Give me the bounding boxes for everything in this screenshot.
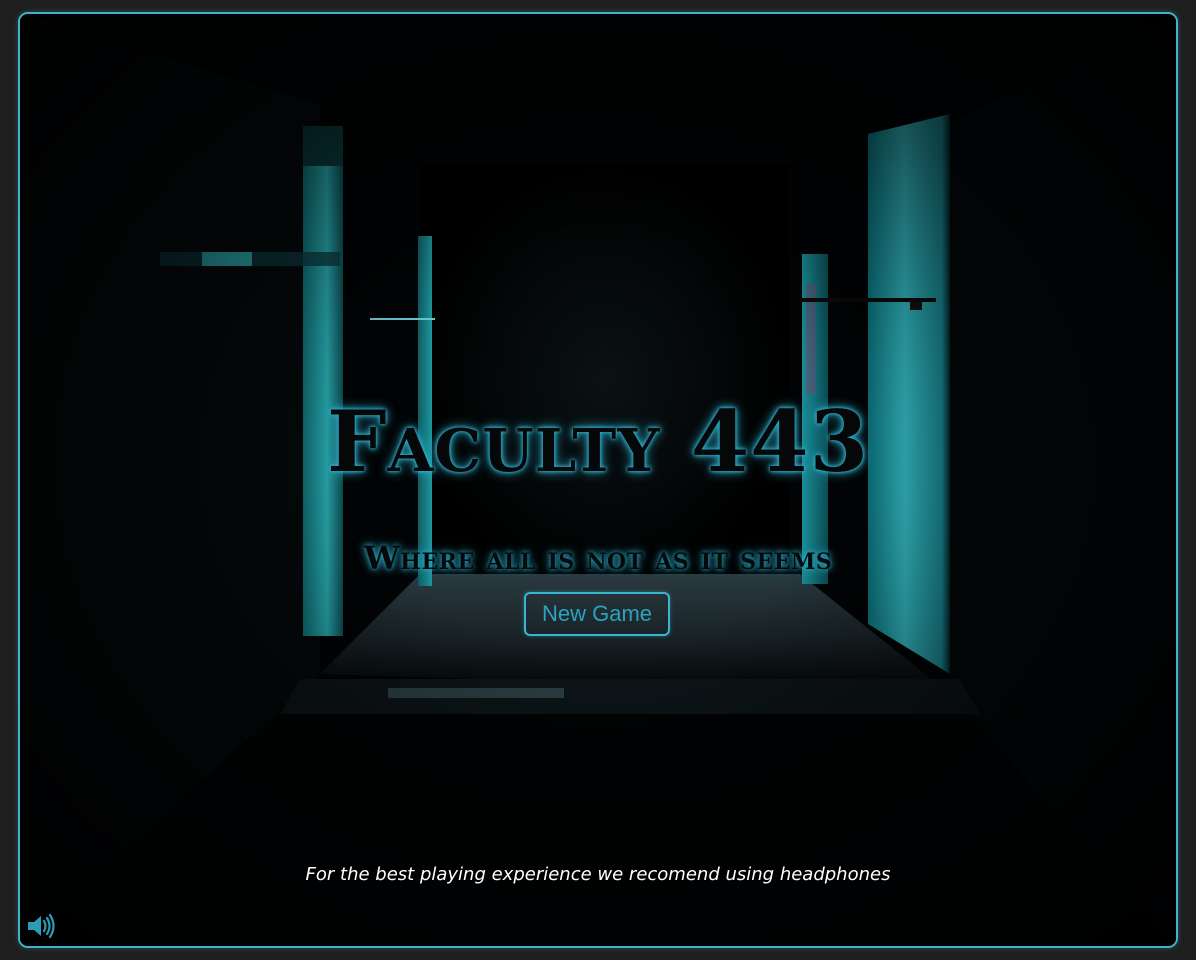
headphones-tip: For the best playing experience we recom… — [305, 864, 891, 885]
game-frame: Faculty 443 Where all is not as it seems… — [18, 12, 1178, 948]
speaker-volume-icon[interactable] — [26, 912, 58, 940]
game-title: Faculty 443 — [326, 392, 870, 491]
game-tagline: Where all is not as it seems — [363, 539, 833, 577]
new-game-button[interactable]: New Game — [524, 592, 670, 636]
